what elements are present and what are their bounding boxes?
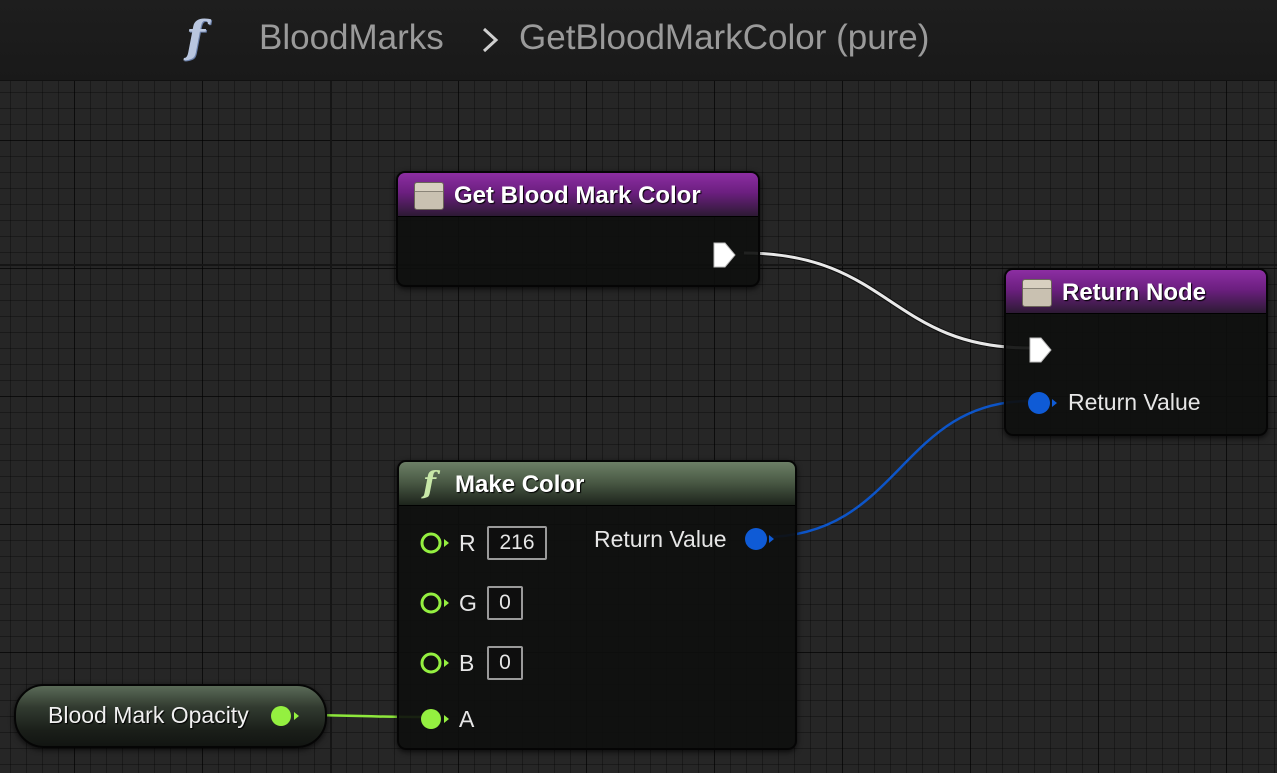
exec-wire: [743, 250, 1031, 351]
return-node-title: Return Node: [1062, 279, 1206, 306]
float-output-pin[interactable]: [269, 703, 301, 729]
struct-input-pin[interactable]: [1026, 390, 1058, 416]
function-icon: f: [186, 12, 205, 63]
b-input-pin[interactable]: [419, 650, 451, 676]
g-input-pin[interactable]: [419, 590, 451, 616]
g-input-label: G: [459, 590, 477, 616]
r-value-field[interactable]: 216: [487, 526, 547, 560]
return-value-wire: [763, 399, 1031, 539]
a-input-pin[interactable]: [419, 706, 451, 732]
function-entry-icon: [1022, 279, 1052, 307]
exec-wire-core: [743, 251, 1031, 350]
function-entry-icon: [414, 182, 444, 210]
blood-mark-opacity-variable-node[interactable]: Blood Mark Opacity: [14, 684, 327, 748]
exec-input-pin[interactable]: [1028, 336, 1054, 364]
a-input-label: A: [459, 706, 475, 732]
function-icon: f: [423, 466, 436, 501]
r-input-pin[interactable]: [419, 530, 451, 556]
make-color-header[interactable]: f Make Color: [399, 462, 795, 506]
return-node-header[interactable]: Return Node: [1006, 270, 1266, 314]
exec-output-pin[interactable]: [712, 241, 738, 269]
chevron-right-icon: [482, 27, 499, 53]
breadcrumb-blueprint[interactable]: BloodMarks: [259, 18, 444, 58]
function-entry-title: Get Blood Mark Color: [454, 182, 701, 209]
breadcrumb-function[interactable]: GetBloodMarkColor (pure): [519, 18, 929, 58]
b-input-label: B: [459, 650, 475, 676]
return-value-label: Return Value: [1068, 389, 1201, 415]
b-value-field[interactable]: 0: [487, 646, 523, 680]
function-entry-node[interactable]: Get Blood Mark Color: [396, 171, 760, 287]
make-color-title: Make Color: [455, 471, 585, 498]
make-color-output-label: Return Value: [594, 526, 727, 552]
g-value-field[interactable]: 0: [487, 586, 523, 620]
variable-label: Blood Mark Opacity: [48, 702, 249, 728]
function-entry-header[interactable]: Get Blood Mark Color: [398, 173, 758, 217]
return-node[interactable]: Return Node Return Value: [1004, 268, 1268, 436]
r-input-label: R: [459, 530, 476, 556]
make-color-node[interactable]: f Make Color R 216 Return Value G 0 B 0 …: [397, 460, 797, 750]
graph-header: f BloodMarks GetBloodMarkColor (pure): [0, 0, 1277, 81]
struct-output-pin[interactable]: [743, 526, 775, 552]
